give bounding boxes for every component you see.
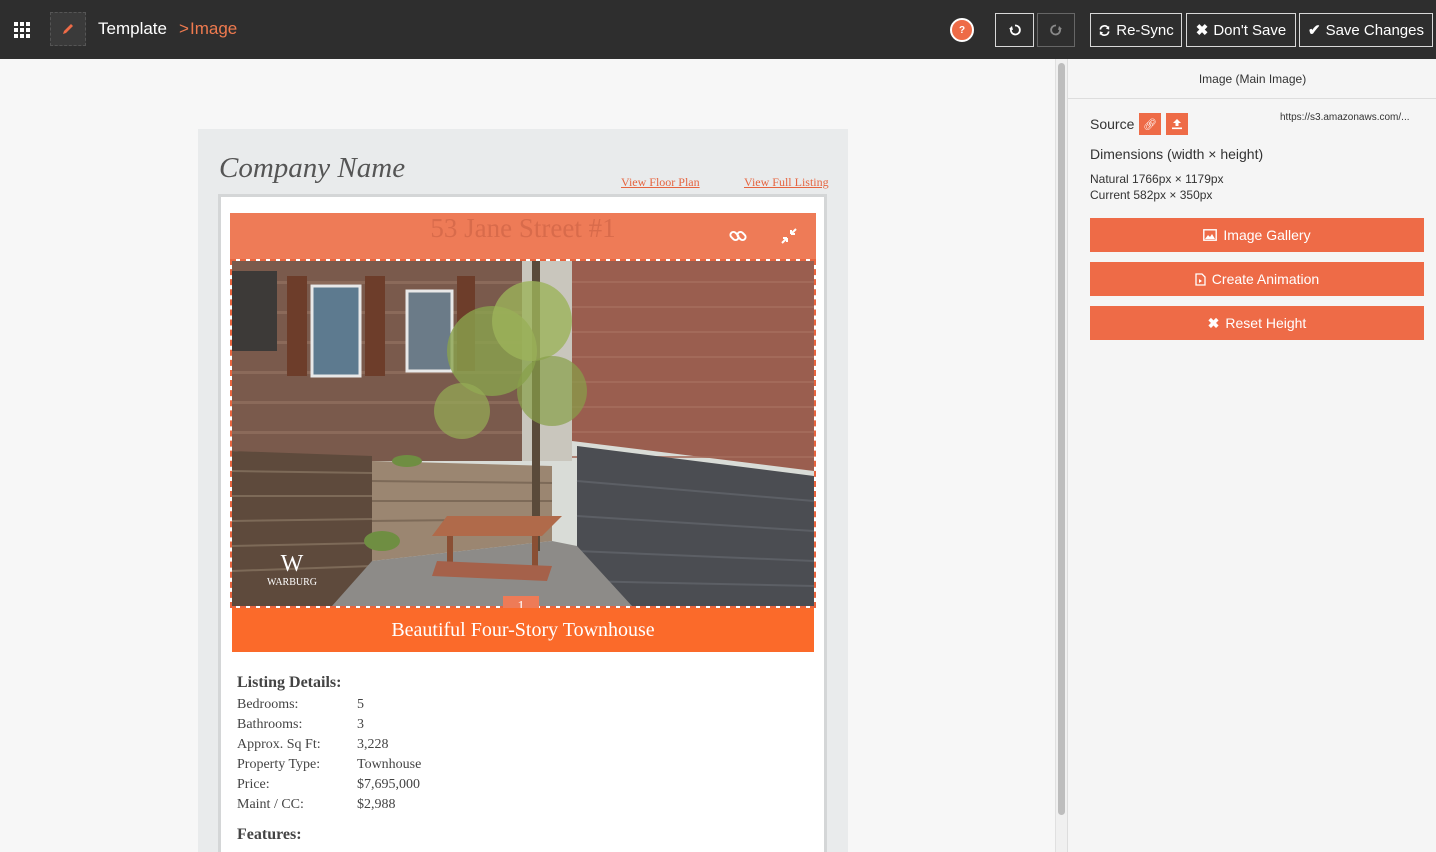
view-full-listing-link[interactable]: View Full Listing: [744, 175, 829, 190]
listing-details-title: Listing Details:: [237, 674, 342, 691]
properties-panel: Image (Main Image) Source 🔗︎ https://s3.…: [1067, 59, 1436, 852]
natural-dimensions: Natural 1766px × 1179px: [1090, 172, 1224, 186]
detail-label: Price:: [237, 777, 270, 792]
courtyard-photo: W WARBURG: [232, 261, 814, 606]
canvas-scrollbar[interactable]: [1055, 59, 1067, 852]
detail-value: $2,988: [357, 797, 396, 812]
breadcrumb-separator: >: [179, 19, 189, 38]
svg-text:W: W: [281, 551, 304, 577]
headline-bar[interactable]: Beautiful Four-Story Townhouse: [232, 608, 814, 652]
view-floor-plan-link[interactable]: View Floor Plan: [621, 175, 700, 190]
dont-save-button[interactable]: ✖ Don't Save: [1186, 13, 1296, 47]
image-icon: [1203, 229, 1218, 241]
detail-label: Bedrooms:: [237, 697, 299, 712]
reset-height-button[interactable]: ✖ Reset Height: [1090, 306, 1424, 340]
detail-label: Bathrooms:: [237, 717, 303, 732]
main-image[interactable]: W WARBURG: [230, 259, 816, 608]
source-url[interactable]: https://s3.amazonaws.com/...: [1280, 112, 1410, 123]
detail-label: Maint / CC:: [237, 797, 304, 812]
top-bar: Template > Image ? Re-Sync ✖ Don't Save …: [0, 0, 1436, 59]
detail-value: $7,695,000: [357, 777, 420, 792]
detail-value: Townhouse: [357, 757, 422, 772]
detail-row: Bathrooms: 3: [237, 715, 421, 735]
features-title: Features:: [237, 826, 302, 843]
upload-icon: [1172, 119, 1182, 130]
breadcrumb-root[interactable]: Template: [98, 19, 167, 39]
compress-icon[interactable]: [778, 225, 800, 247]
editor-canvas: Company Name View Floor Plan View Full L…: [0, 59, 1055, 852]
image-gallery-label: Image Gallery: [1223, 227, 1311, 243]
edit-button[interactable]: [50, 12, 86, 46]
image-gallery-button[interactable]: Image Gallery: [1090, 218, 1424, 252]
detail-label: Property Type:: [237, 757, 321, 772]
check-icon: ✔: [1308, 22, 1321, 39]
link-icon[interactable]: [727, 225, 749, 247]
scrollbar-thumb[interactable]: [1058, 63, 1065, 815]
dont-save-label: Don't Save: [1213, 21, 1287, 39]
link-icon: 🔗︎: [1143, 118, 1157, 131]
email-template: Company Name View Floor Plan View Full L…: [198, 129, 848, 852]
breadcrumb-current: Image: [190, 19, 238, 38]
detail-value: 3: [357, 717, 364, 732]
listing-headline[interactable]: Beautiful Four-Story Townhouse: [232, 619, 814, 642]
video-file-icon: [1195, 272, 1206, 286]
current-dimensions: Current 582px × 350px: [1090, 188, 1213, 202]
help-button[interactable]: ?: [950, 18, 974, 42]
detail-label: Approx. Sq Ft:: [237, 737, 321, 752]
pencil-icon: [63, 24, 73, 34]
detail-row: Price: $7,695,000: [237, 775, 421, 795]
resync-label: Re-Sync: [1116, 21, 1174, 39]
close-icon: ✖: [1207, 314, 1220, 331]
redo-icon: [1050, 24, 1062, 36]
source-link-button[interactable]: 🔗︎: [1139, 113, 1161, 135]
detail-value: 5: [357, 697, 364, 712]
save-changes-button[interactable]: ✔ Save Changes: [1299, 13, 1433, 47]
undo-icon: [1008, 24, 1021, 36]
create-animation-label: Create Animation: [1211, 271, 1320, 287]
panel-title: Image (Main Image): [1068, 59, 1436, 99]
resync-button[interactable]: Re-Sync: [1090, 13, 1182, 47]
help-icon: ?: [958, 24, 966, 36]
source-label: Source: [1090, 116, 1135, 132]
apps-grid-icon[interactable]: [14, 22, 32, 38]
close-icon: ✖: [1195, 22, 1209, 39]
detail-value: 3,228: [357, 737, 389, 752]
sync-icon: [1099, 24, 1110, 36]
listing-details: Listing Details: Bedrooms: 5 Bathrooms: …: [237, 674, 421, 815]
detail-row: Approx. Sq Ft: 3,228: [237, 735, 421, 755]
undo-button[interactable]: [995, 13, 1034, 47]
detail-row: Bedrooms: 5: [237, 695, 421, 715]
warburg-logo: WARBURG: [267, 577, 317, 588]
company-name[interactable]: Company Name: [219, 152, 405, 185]
reset-height-label: Reset Height: [1225, 315, 1307, 331]
create-animation-button[interactable]: Create Animation: [1090, 262, 1424, 296]
redo-button[interactable]: [1037, 13, 1075, 47]
listing-card: 53 Jane Street #1 W WARBURG 1 Beautiful …: [218, 194, 827, 852]
dimensions-label: Dimensions (width × height): [1090, 146, 1264, 162]
source-upload-button[interactable]: [1166, 113, 1188, 135]
save-changes-label: Save Changes: [1325, 21, 1424, 39]
detail-row: Maint / CC: $2,988: [237, 795, 421, 815]
address-bar[interactable]: 53 Jane Street #1: [230, 213, 816, 259]
detail-row: Property Type: Townhouse: [237, 755, 421, 775]
